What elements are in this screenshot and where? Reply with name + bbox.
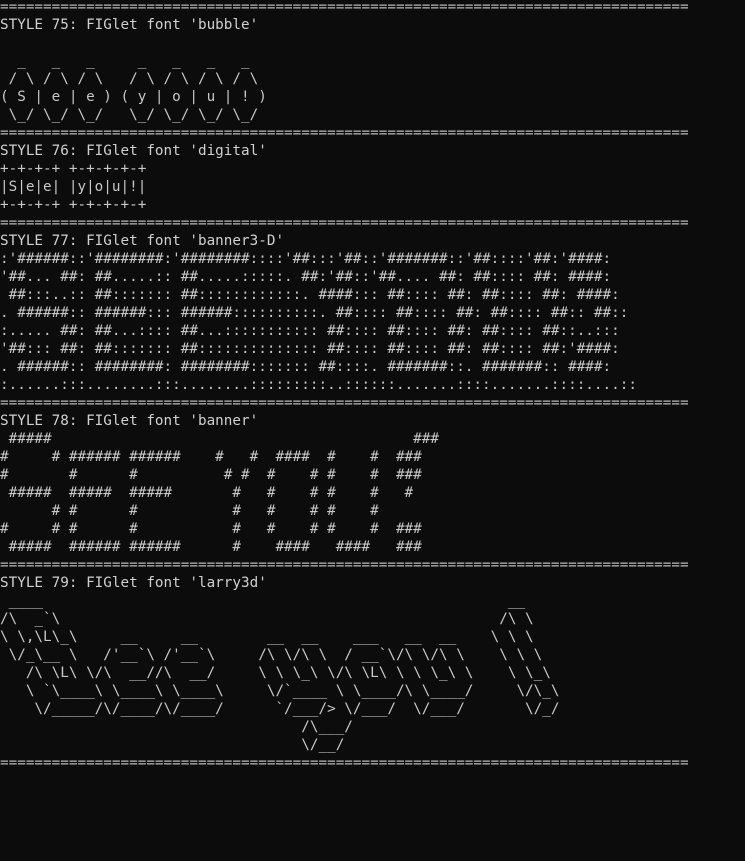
figlet-art-banner3-d: :'######::'########:'########::::'##:::'… <box>0 251 637 393</box>
separator-line: ========================================… <box>0 215 689 231</box>
section-title-style-78: STYLE 78: FIGlet font 'banner' <box>0 413 259 429</box>
section-title-style-75: STYLE 75: FIGlet font 'bubble' <box>0 17 259 33</box>
section-title-style-79: STYLE 79: FIGlet font 'larry3d' <box>0 575 267 591</box>
separator-line: ========================================… <box>0 395 689 411</box>
figlet-art-banner: ##### ### # # ###### ###### # # #### # #… <box>0 431 439 555</box>
figlet-art-digital: +-+-+-+ +-+-+-+-+ |S|e|e| |y|o|u|!| +-+-… <box>0 161 147 213</box>
separator-line: ========================================… <box>0 0 689 15</box>
figlet-art-larry3d: ____ __ /\ _`\ /\ \ \ \,\L\_\ __ __ __ _… <box>0 593 560 753</box>
section-title-style-76: STYLE 76: FIGlet font 'digital' <box>0 143 267 159</box>
separator-line: ========================================… <box>0 125 689 141</box>
separator-line: ========================================… <box>0 755 689 771</box>
separator-line: ========================================… <box>0 557 689 573</box>
figlet-art-bubble: _ _ _ _ _ _ _ / \ / \ / \ / \ / \ / \ / … <box>0 53 267 123</box>
terminal-window[interactable]: ========================================… <box>0 0 745 861</box>
section-title-style-77: STYLE 77: FIGlet font 'banner3-D' <box>0 233 285 249</box>
